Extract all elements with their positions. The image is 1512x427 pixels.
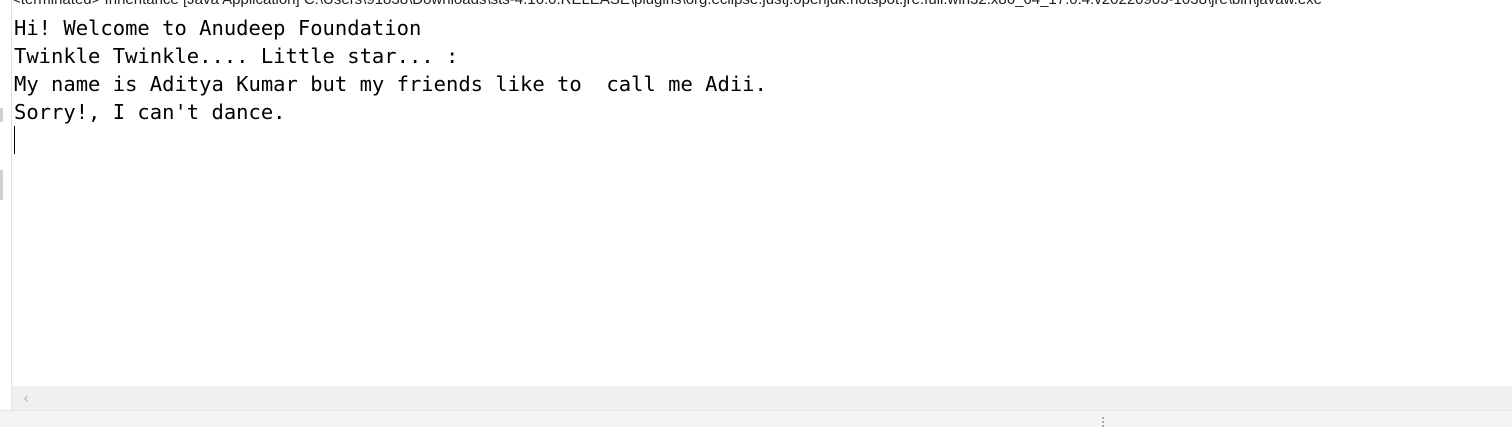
gutter-marker	[0, 108, 3, 122]
output-line-3: My name is Aditya Kumar but my friends l…	[14, 72, 767, 96]
left-gutter	[0, 0, 12, 410]
horizontal-scrollbar[interactable]: ‹	[12, 386, 1512, 410]
output-line-1: Hi! Welcome to Anudeep Foundation	[14, 16, 422, 40]
console-view: <terminated> Inheritance [Java Applicati…	[0, 0, 1512, 427]
status-bar	[0, 410, 1512, 427]
gutter-marker	[0, 170, 3, 200]
status-grip-icon[interactable]	[1102, 417, 1105, 427]
console-header-label: <terminated> Inheritance [Java Applicati…	[12, 0, 1322, 10]
console-output[interactable]: Hi! Welcome to Anudeep Foundation Twinkl…	[12, 14, 1512, 386]
output-line-4: Sorry!, I can't dance.	[14, 100, 286, 124]
chevron-left-icon[interactable]: ‹	[18, 390, 34, 406]
output-line-2: Twinkle Twinkle.... Little star... :	[14, 44, 459, 68]
text-caret	[14, 126, 15, 154]
